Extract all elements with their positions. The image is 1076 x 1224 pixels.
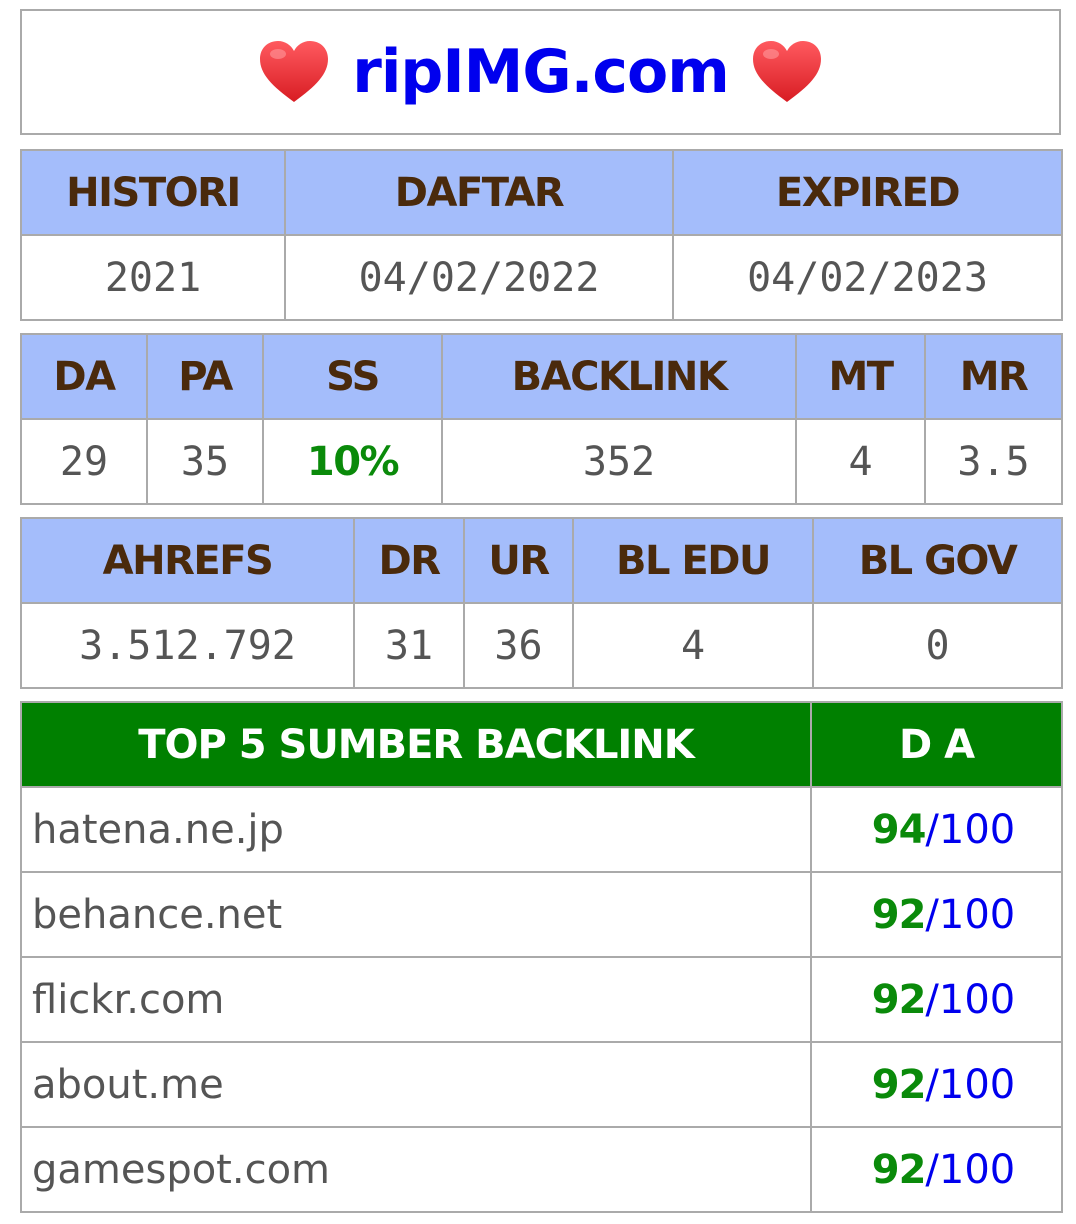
score-separator: / bbox=[925, 891, 939, 938]
da-score-value: 92 bbox=[871, 1061, 927, 1108]
ahrefs-value: 3.512.792 bbox=[20, 602, 355, 689]
mr-value: 3.5 bbox=[924, 418, 1063, 505]
da-value: 29 bbox=[20, 418, 148, 505]
backlink-domain[interactable]: behance.net bbox=[20, 871, 812, 958]
da-score-max: 100 bbox=[938, 1146, 1016, 1193]
ur-value: 36 bbox=[463, 602, 574, 689]
bl-gov-value: 0 bbox=[812, 602, 1063, 689]
dr-value: 31 bbox=[353, 602, 465, 689]
backlink-domain[interactable]: about.me bbox=[20, 1041, 812, 1128]
metrics-table: DA PA SS BACKLINK MT MR 29 35 10% 352 4 … bbox=[20, 333, 1063, 505]
expired-header: EXPIRED bbox=[672, 149, 1063, 236]
table-row: gamespot.com 92/100 bbox=[20, 1126, 1063, 1213]
backlink-header: BACKLINK bbox=[441, 333, 797, 420]
backlink-da-score: 92/100 bbox=[810, 956, 1063, 1043]
backlink-value: 352 bbox=[441, 418, 797, 505]
da-score-max: 100 bbox=[938, 806, 1016, 853]
da-score-value: 94 bbox=[871, 806, 927, 853]
table-row: hatena.ne.jp 94/100 bbox=[20, 786, 1063, 873]
backlink-domain[interactable]: flickr.com bbox=[20, 956, 812, 1043]
table-header-row: AHREFS DR UR BL EDU BL GOV bbox=[20, 517, 1063, 604]
pa-header: PA bbox=[146, 333, 264, 420]
score-separator: / bbox=[925, 806, 939, 853]
da-score-max: 100 bbox=[938, 1061, 1016, 1108]
backlink-da-score: 94/100 bbox=[810, 786, 1063, 873]
site-title-banner: ripIMG.com bbox=[20, 9, 1061, 135]
ss-value: 10% bbox=[262, 418, 443, 505]
table-row: behance.net 92/100 bbox=[20, 871, 1063, 958]
expired-value: 04/02/2023 bbox=[672, 234, 1063, 321]
heart-icon bbox=[260, 41, 329, 102]
ss-header: SS bbox=[262, 333, 443, 420]
table-row: 29 35 10% 352 4 3.5 bbox=[20, 418, 1063, 505]
ahrefs-header: AHREFS bbox=[20, 517, 355, 604]
backlink-da-score: 92/100 bbox=[810, 871, 1063, 958]
table-row: about.me 92/100 bbox=[20, 1041, 1063, 1128]
top-sources-header: TOP 5 SUMBER BACKLINK bbox=[20, 701, 812, 788]
mt-value: 4 bbox=[795, 418, 926, 505]
daftar-header: DAFTAR bbox=[284, 149, 674, 236]
backlink-domain[interactable]: hatena.ne.jp bbox=[20, 786, 812, 873]
da-score-value: 92 bbox=[871, 976, 927, 1023]
backlink-da-score: 92/100 bbox=[810, 1041, 1063, 1128]
score-separator: / bbox=[925, 1061, 939, 1108]
da-score-value: 92 bbox=[871, 1146, 927, 1193]
bl-edu-header: BL EDU bbox=[572, 517, 814, 604]
table-header-row: TOP 5 SUMBER BACKLINK D A bbox=[20, 701, 1063, 788]
table-header-row: HISTORI DAFTAR EXPIRED bbox=[20, 149, 1063, 236]
score-separator: / bbox=[925, 976, 939, 1023]
table-row: 3.512.792 31 36 4 0 bbox=[20, 602, 1063, 689]
histori-header: HISTORI bbox=[20, 149, 286, 236]
mt-header: MT bbox=[795, 333, 926, 420]
backlink-da-score: 92/100 bbox=[810, 1126, 1063, 1213]
table-header-row: DA PA SS BACKLINK MT MR bbox=[20, 333, 1063, 420]
pa-value: 35 bbox=[146, 418, 264, 505]
ur-header: UR bbox=[463, 517, 574, 604]
da-score-header: D A bbox=[810, 701, 1063, 788]
dr-header: DR bbox=[353, 517, 465, 604]
da-score-value: 92 bbox=[871, 891, 927, 938]
ahrefs-table: AHREFS DR UR BL EDU BL GOV 3.512.792 31 … bbox=[20, 517, 1063, 689]
site-title[interactable]: ripIMG.com bbox=[352, 42, 729, 102]
score-separator: / bbox=[925, 1146, 939, 1193]
history-table: HISTORI DAFTAR EXPIRED 2021 04/02/2022 0… bbox=[20, 149, 1063, 321]
heart-icon bbox=[752, 41, 821, 102]
da-score-max: 100 bbox=[938, 891, 1016, 938]
daftar-value: 04/02/2022 bbox=[284, 234, 674, 321]
table-row: flickr.com 92/100 bbox=[20, 956, 1063, 1043]
mr-header: MR bbox=[924, 333, 1063, 420]
top-backlinks-table: TOP 5 SUMBER BACKLINK D A hatena.ne.jp 9… bbox=[20, 701, 1063, 1213]
table-row: 2021 04/02/2022 04/02/2023 bbox=[20, 234, 1063, 321]
bl-edu-value: 4 bbox=[572, 602, 814, 689]
da-header: DA bbox=[20, 333, 148, 420]
bl-gov-header: BL GOV bbox=[812, 517, 1063, 604]
backlink-domain[interactable]: gamespot.com bbox=[20, 1126, 812, 1213]
da-score-max: 100 bbox=[938, 976, 1016, 1023]
histori-value: 2021 bbox=[20, 234, 286, 321]
